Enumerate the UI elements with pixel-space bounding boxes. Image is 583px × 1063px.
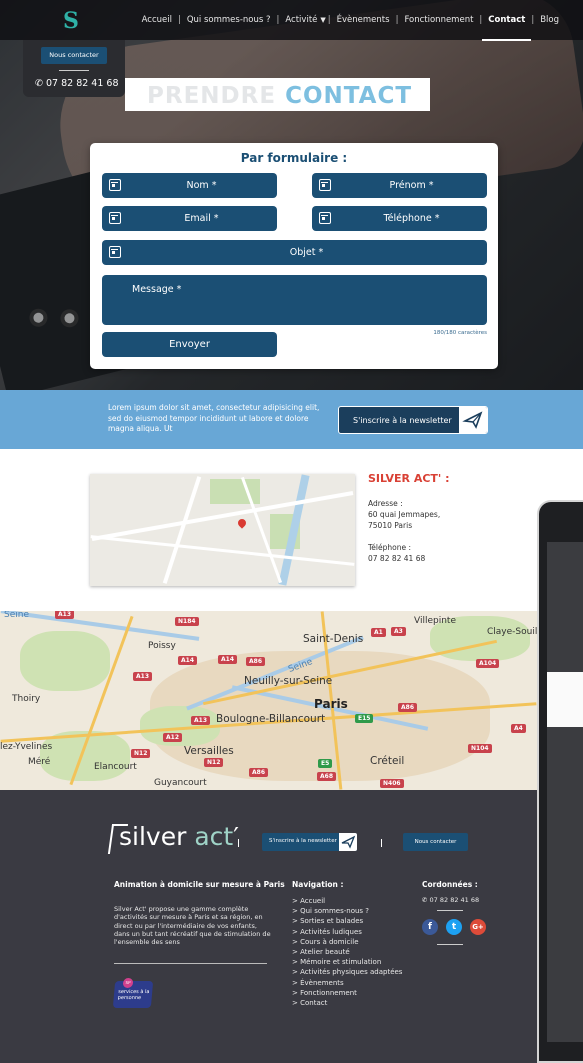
footer-navigation: > Accueil > Qui sommes-nous ? > Sorties … (292, 896, 402, 1008)
chevron-down-icon: ▼ (320, 16, 326, 24)
navigation-title: Navigation : (292, 880, 344, 889)
footer-newsletter-button[interactable]: S'inscrire à la newsletter (262, 833, 357, 851)
newsletter-text: Lorem ipsum dolor sit amet, consectetur … (108, 403, 320, 433)
nav-fonctionnement[interactable]: Fonctionnement (404, 15, 473, 25)
footer-link-atelier-beaute[interactable]: > Atelier beauté (292, 947, 402, 957)
tablet-device-image (537, 500, 583, 1063)
contact-form: Par formulaire : Nom * Prénom * Email * … (90, 143, 498, 369)
calendar-icon (319, 179, 331, 191)
nav-contact[interactable]: Contact (482, 15, 532, 41)
address-details: Adresse : 60 quai Jemmapes, 75010 Paris … (368, 499, 441, 563)
prenom-field[interactable]: Prénom * (312, 173, 487, 198)
main-menu: Accueil | Qui sommes-nous ? | Activité ▼ … (141, 15, 559, 41)
top-navigation: S Accueil | Qui sommes-nous ? | Activité… (0, 0, 583, 41)
form-title: Par formulaire : (240, 151, 348, 165)
paper-plane-icon (459, 407, 487, 433)
footer-link-activites-physiques[interactable]: > Activités physiques adaptées (292, 967, 402, 977)
nav-blog[interactable]: Blog (540, 15, 559, 25)
map-pin-icon (236, 517, 248, 529)
footer-link-activites-ludiques[interactable]: > Activités ludiques (292, 927, 402, 937)
character-counter: 180/180 caractères (433, 330, 487, 336)
hero-section: S Accueil | Qui sommes-nous ? | Activité… (0, 0, 583, 390)
paper-plane-icon (339, 833, 357, 851)
footer-link-contact[interactable]: > Contact (292, 998, 402, 1008)
page-title: PRENDRE CONTACT (147, 83, 413, 109)
coordonnees-title: Cordonnées : (422, 880, 478, 889)
about-text: Silver Act' propose une gamme complète d… (114, 905, 271, 947)
footer-link-cours[interactable]: > Cours à domicile (292, 937, 402, 947)
footer-contact-button[interactable]: Nous contacter (403, 833, 468, 851)
email-field[interactable]: Email * (102, 206, 277, 231)
message-field[interactable]: Message * (102, 275, 487, 325)
nav-accueil[interactable]: Accueil (142, 15, 172, 25)
facebook-icon[interactable]: f (422, 919, 438, 935)
calendar-icon (109, 179, 121, 191)
footer-phone[interactable]: ✆ 07 82 82 41 68 (422, 896, 479, 904)
nav-evenements[interactable]: Évènements (337, 15, 390, 25)
footer-link-fonctionnement[interactable]: > Fonctionnement (292, 988, 402, 998)
page: S Accueil | Qui sommes-nous ? | Activité… (0, 0, 583, 1063)
calendar-icon (109, 212, 121, 224)
footer-link-sorties[interactable]: > Sorties et balades (292, 916, 402, 926)
site-logo-icon[interactable]: S (63, 9, 81, 33)
header-contact-box: Nous contacter ✆ 07 82 82 41 68 (23, 40, 125, 97)
divider (59, 70, 89, 71)
header-phone[interactable]: ✆ 07 82 82 41 68 (35, 78, 119, 89)
company-name: SILVER ACT' : (368, 472, 450, 485)
nav-activite[interactable]: Activité ▼ (285, 15, 325, 25)
telephone-field[interactable]: Téléphone * (312, 206, 487, 231)
services-a-la-personne-badge[interactable]: SP services à la personne (112, 978, 154, 1008)
about-title: Animation à domicile sur mesure à Paris (114, 880, 285, 889)
nous-contacter-button[interactable]: Nous contacter (41, 47, 107, 64)
footer-logo[interactable]: silver act′ (110, 822, 239, 851)
google-plus-icon[interactable]: G+ (470, 919, 486, 935)
phone-icon: ✆ (422, 896, 430, 904)
twitter-icon[interactable]: t (446, 919, 462, 935)
page-title-band: PRENDRE CONTACT (125, 78, 430, 111)
location-map[interactable] (90, 474, 355, 586)
envoyer-button[interactable]: Envoyer (102, 332, 277, 357)
calendar-icon (319, 212, 331, 224)
footer-link-evenements[interactable]: > Évènements (292, 978, 402, 988)
footer-link-qui-sommes-nous[interactable]: > Qui sommes-nous ? (292, 906, 402, 916)
newsletter-button[interactable]: S'inscrire à la newsletter (338, 406, 488, 434)
region-map[interactable]: Villepinte Saint-Denis Claye-Souilly Poi… (0, 611, 537, 790)
nav-qui-sommes-nous[interactable]: Qui sommes-nous ? (187, 15, 271, 25)
footer: silver act′ S'inscrire à la newsletter N… (0, 790, 537, 1063)
newsletter-bar: Lorem ipsum dolor sit amet, consectetur … (0, 390, 583, 449)
phone-icon: ✆ (35, 78, 46, 89)
calendar-icon (109, 246, 121, 258)
objet-field[interactable]: Objet * (102, 240, 487, 265)
footer-link-memoire[interactable]: > Mémoire et stimulation (292, 957, 402, 967)
address-section: SILVER ACT' : Adresse : 60 quai Jemmapes… (0, 449, 583, 611)
footer-link-accueil[interactable]: > Accueil (292, 896, 402, 906)
divider (114, 963, 267, 964)
nom-field[interactable]: Nom * (102, 173, 277, 198)
badge-dot-icon: SP (122, 978, 134, 988)
